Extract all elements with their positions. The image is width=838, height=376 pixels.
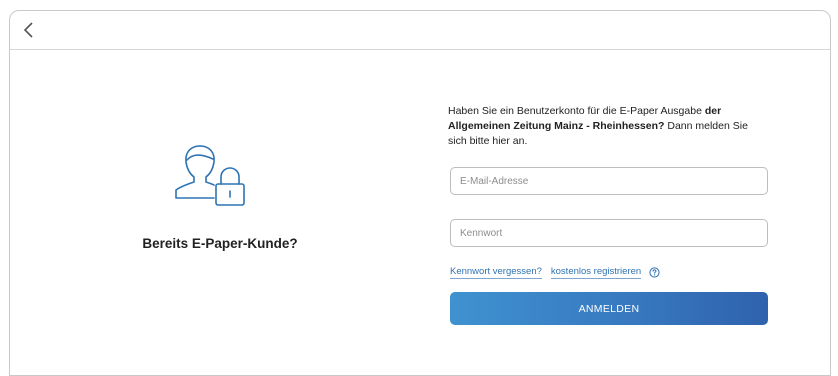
chevron-left-icon bbox=[23, 22, 33, 38]
intro-text-start: Haben Sie ein Benutzerkonto für die E-Pa… bbox=[448, 105, 705, 117]
customer-headline: Bereits E-Paper-Kunde? bbox=[142, 236, 298, 251]
password-field[interactable] bbox=[450, 219, 768, 247]
customer-panel: Bereits E-Paper-Kunde? bbox=[10, 50, 430, 370]
email-field[interactable] bbox=[450, 167, 768, 195]
forgot-password-link[interactable]: Kennwort vergessen? bbox=[450, 266, 542, 279]
help-circle-icon[interactable] bbox=[649, 267, 660, 278]
account-links: Kennwort vergessen? kostenlos registrier… bbox=[450, 266, 660, 279]
register-link[interactable]: kostenlos registrieren bbox=[550, 266, 642, 279]
login-intro-text: Haben Sie ein Benutzerkonto für die E-Pa… bbox=[448, 104, 768, 149]
user-lock-icon bbox=[175, 145, 245, 206]
top-bar bbox=[10, 11, 830, 50]
login-button[interactable]: ANMELDEN bbox=[450, 292, 768, 325]
back-button[interactable] bbox=[20, 20, 40, 40]
